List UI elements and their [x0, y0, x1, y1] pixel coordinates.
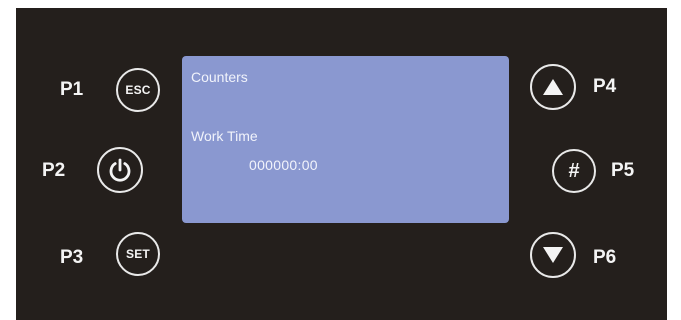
- arrow-up-icon: [541, 77, 565, 97]
- esc-button-label: ESC: [125, 83, 151, 97]
- p2-label: P2: [42, 160, 66, 181]
- hash-button-label: #: [568, 159, 580, 182]
- p5-label: P5: [611, 160, 635, 181]
- p4-label: P4: [593, 76, 617, 97]
- control-panel: P1 ESC P2 P3 SET Counters Work Time 0000…: [16, 8, 667, 320]
- down-button[interactable]: [530, 232, 576, 278]
- display-title: Counters: [191, 69, 248, 85]
- set-button-label: SET: [126, 247, 150, 261]
- up-button[interactable]: [530, 64, 576, 110]
- arrow-down-icon: [541, 245, 565, 265]
- set-button[interactable]: SET: [116, 232, 160, 276]
- hash-button[interactable]: #: [552, 149, 596, 193]
- p6-label: P6: [593, 247, 617, 268]
- p1-label: P1: [60, 79, 84, 100]
- p3-label: P3: [60, 247, 84, 268]
- lcd-display: Counters Work Time 000000:00: [182, 56, 509, 223]
- power-button[interactable]: [97, 147, 143, 193]
- display-value: 000000:00: [249, 157, 318, 173]
- power-icon: [107, 157, 133, 183]
- esc-button[interactable]: ESC: [116, 68, 160, 112]
- display-label: Work Time: [191, 128, 258, 144]
